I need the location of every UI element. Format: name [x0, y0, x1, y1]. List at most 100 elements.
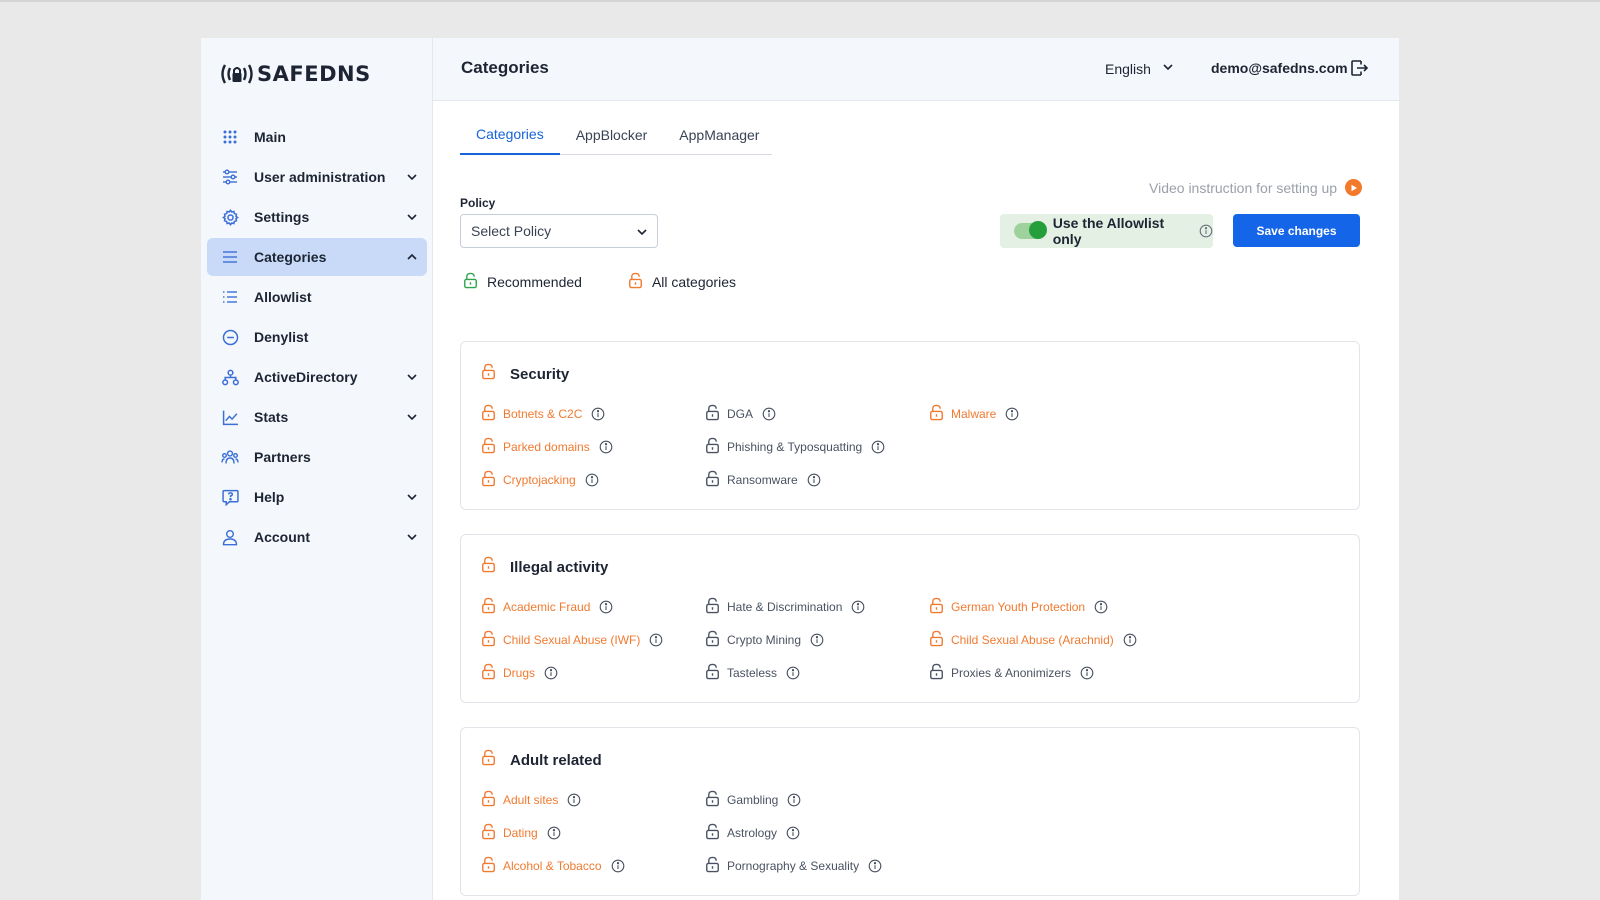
- category-item[interactable]: Proxies & Anonimizers: [929, 663, 1094, 683]
- sidebar-item-activedirectory[interactable]: ActiveDirectory: [207, 358, 427, 396]
- category-item[interactable]: Parked domains: [481, 437, 613, 457]
- logout-icon[interactable]: [1349, 58, 1369, 78]
- category-item[interactable]: Alcohol & Tobacco: [481, 856, 625, 876]
- lock-blocked-icon[interactable]: [481, 470, 496, 490]
- section-header[interactable]: Adult related: [481, 749, 602, 771]
- info-icon[interactable]: [611, 859, 625, 873]
- category-item[interactable]: Cryptojacking: [481, 470, 599, 490]
- lock-blocked-icon[interactable]: [481, 404, 496, 424]
- category-item[interactable]: Hate & Discrimination: [705, 597, 865, 617]
- info-icon[interactable]: [786, 666, 800, 680]
- category-item[interactable]: DGA: [705, 404, 776, 424]
- lock-blocked-icon[interactable]: [481, 790, 496, 810]
- category-item[interactable]: Botnets & C2C: [481, 404, 605, 424]
- info-icon[interactable]: [807, 473, 821, 487]
- category-item[interactable]: Dating: [481, 823, 561, 843]
- category-item[interactable]: Crypto Mining: [705, 630, 824, 650]
- chevron-down-icon[interactable]: [405, 410, 419, 424]
- section-header[interactable]: Illegal activity: [481, 556, 608, 578]
- lock-open-icon[interactable]: [705, 663, 720, 683]
- category-label: Academic Fraud: [503, 600, 591, 614]
- video-instruction-link[interactable]: Video instruction for setting up: [1149, 179, 1363, 196]
- lock-open-icon[interactable]: [705, 823, 720, 843]
- category-item[interactable]: Tasteless: [705, 663, 800, 683]
- info-icon[interactable]: [1094, 600, 1108, 614]
- sidebar-item-user-administration[interactable]: User administration: [207, 158, 427, 196]
- category-item[interactable]: Phishing & Typosquatting: [705, 437, 885, 457]
- sidebar-item-help[interactable]: Help: [207, 478, 427, 516]
- info-icon[interactable]: [851, 600, 865, 614]
- lock-blocked-icon[interactable]: [481, 630, 496, 650]
- info-icon[interactable]: [786, 826, 800, 840]
- tab-appmanager[interactable]: AppManager: [663, 115, 775, 155]
- info-icon[interactable]: [868, 859, 882, 873]
- info-icon[interactable]: [585, 473, 599, 487]
- chevron-down-icon[interactable]: [405, 490, 419, 504]
- sidebar-item-settings[interactable]: Settings: [207, 198, 427, 236]
- chevron-down-icon[interactable]: [405, 170, 419, 184]
- info-icon[interactable]: [810, 633, 824, 647]
- info-icon[interactable]: [649, 633, 663, 647]
- category-item[interactable]: Academic Fraud: [481, 597, 613, 617]
- chevron-down-icon[interactable]: [405, 530, 419, 544]
- policy-select[interactable]: Select Policy: [460, 214, 658, 248]
- category-label: Pornography & Sexuality: [727, 859, 860, 873]
- info-icon[interactable]: [544, 666, 558, 680]
- sidebar-item-stats[interactable]: Stats: [207, 398, 427, 436]
- sidebar-item-main[interactable]: Main: [207, 118, 427, 156]
- info-icon[interactable]: [871, 440, 885, 454]
- lock-open-icon[interactable]: [705, 470, 720, 490]
- lock-open-icon[interactable]: [705, 597, 720, 617]
- chevron-up-icon[interactable]: [405, 250, 419, 264]
- info-icon[interactable]: [1080, 666, 1094, 680]
- info-icon[interactable]: [1123, 633, 1137, 647]
- lock-blocked-icon[interactable]: [481, 437, 496, 457]
- language-selector[interactable]: English: [1105, 60, 1175, 77]
- info-icon[interactable]: [762, 407, 776, 421]
- lock-blocked-icon[interactable]: [481, 597, 496, 617]
- category-item[interactable]: German Youth Protection: [929, 597, 1108, 617]
- lock-blocked-icon[interactable]: [929, 404, 944, 424]
- info-icon[interactable]: [1005, 407, 1019, 421]
- sidebar-item-categories[interactable]: Categories: [207, 238, 427, 276]
- category-item[interactable]: Malware: [929, 404, 1019, 424]
- sidebar-item-allowlist[interactable]: Allowlist: [207, 278, 427, 316]
- lock-open-icon[interactable]: [705, 437, 720, 457]
- allowlist-only-toggle[interactable]: [1014, 221, 1047, 239]
- category-item[interactable]: Astrology: [705, 823, 800, 843]
- info-icon[interactable]: [787, 793, 801, 807]
- category-item[interactable]: Gambling: [705, 790, 801, 810]
- sidebar-item-account[interactable]: Account: [207, 518, 427, 556]
- lock-open-icon[interactable]: [705, 630, 720, 650]
- category-item[interactable]: Child Sexual Abuse (IWF): [481, 630, 663, 650]
- tab-categories[interactable]: Categories: [460, 115, 560, 155]
- category-item[interactable]: Ransomware: [705, 470, 821, 490]
- lock-blocked-icon[interactable]: [481, 856, 496, 876]
- sidebar-item-partners[interactable]: Partners: [207, 438, 427, 476]
- info-icon[interactable]: [567, 793, 581, 807]
- info-icon[interactable]: [599, 600, 613, 614]
- info-icon[interactable]: [599, 440, 613, 454]
- lock-blocked-icon[interactable]: [929, 597, 944, 617]
- lock-open-icon[interactable]: [705, 856, 720, 876]
- chevron-down-icon[interactable]: [405, 210, 419, 224]
- chevron-down-icon[interactable]: [405, 370, 419, 384]
- category-item[interactable]: Pornography & Sexuality: [705, 856, 882, 876]
- lock-blocked-icon[interactable]: [481, 823, 496, 843]
- logo[interactable]: SAFEDNS: [220, 60, 371, 88]
- category-item[interactable]: Adult sites: [481, 790, 581, 810]
- tab-appblocker[interactable]: AppBlocker: [560, 115, 664, 155]
- section-header[interactable]: Security: [481, 363, 569, 385]
- lock-open-icon[interactable]: [705, 790, 720, 810]
- lock-open-icon[interactable]: [705, 404, 720, 424]
- save-button[interactable]: Save changes: [1233, 214, 1360, 247]
- info-icon[interactable]: [547, 826, 561, 840]
- lock-open-icon[interactable]: [929, 663, 944, 683]
- info-icon[interactable]: [1199, 224, 1213, 238]
- sidebar-item-denylist[interactable]: Denylist: [207, 318, 427, 356]
- category-item[interactable]: Child Sexual Abuse (Arachnid): [929, 630, 1137, 650]
- lock-blocked-icon[interactable]: [929, 630, 944, 650]
- info-icon[interactable]: [591, 407, 605, 421]
- lock-blocked-icon[interactable]: [481, 663, 496, 683]
- category-item[interactable]: Drugs: [481, 663, 558, 683]
